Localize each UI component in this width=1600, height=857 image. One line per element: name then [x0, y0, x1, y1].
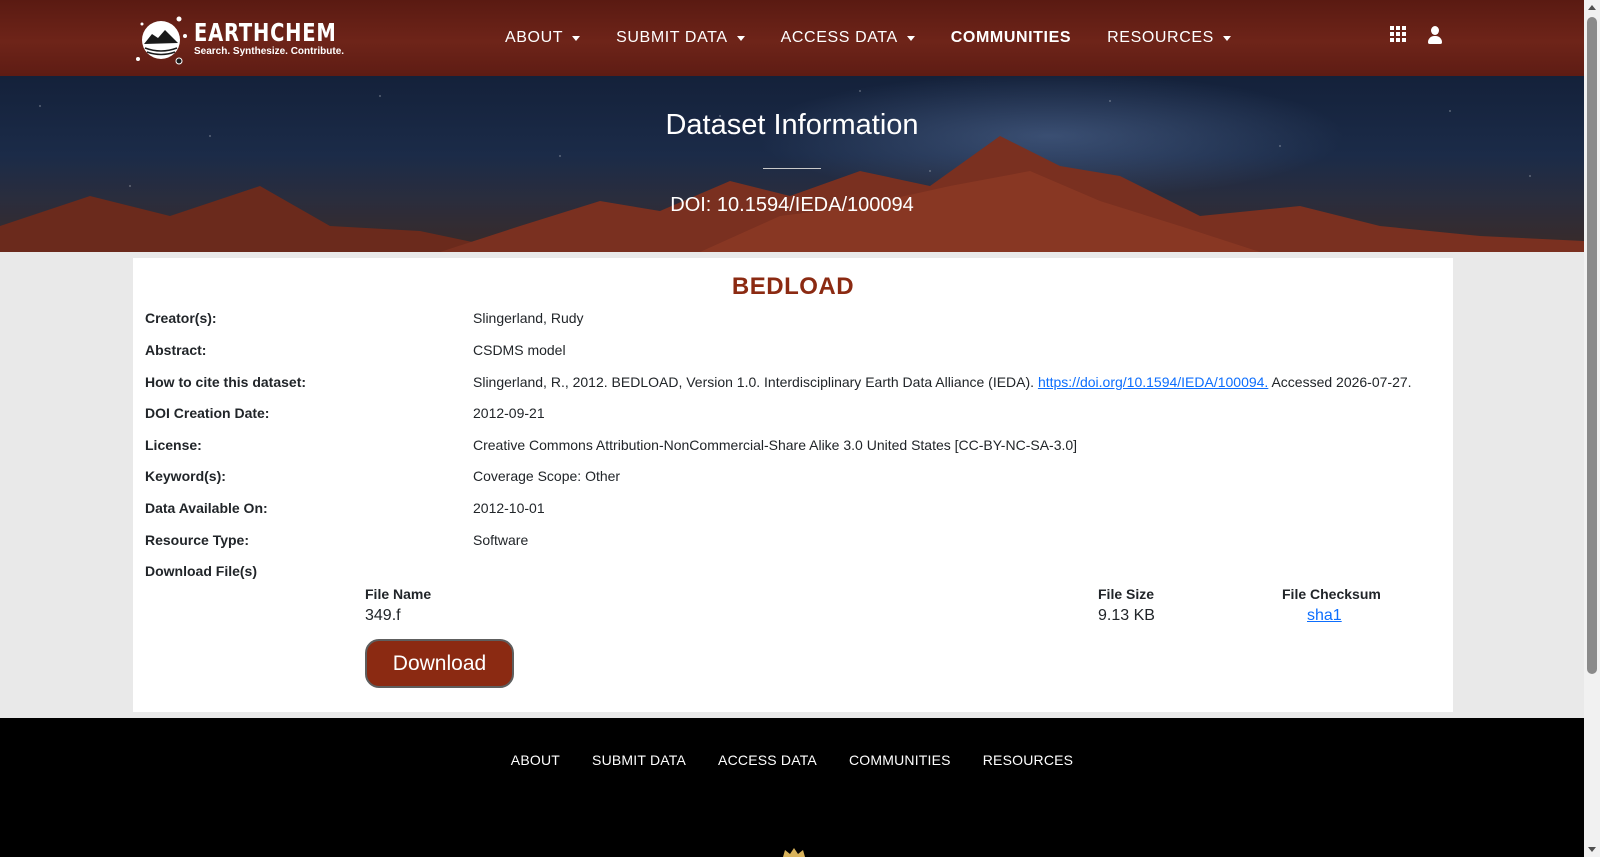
brand-tagline: Search. Synthesize. Contribute.: [194, 45, 345, 57]
footer-link-resources[interactable]: RESOURCES: [983, 752, 1073, 768]
field-value: Software: [473, 532, 529, 548]
chevron-down-icon: [572, 35, 581, 41]
field-label: Abstract:: [145, 342, 207, 358]
file-checksum-header: File Checksum: [1282, 586, 1381, 602]
page-title: Dataset Information: [665, 109, 919, 141]
citation-value: Slingerland, R., 2012. BEDLOAD, Version …: [473, 374, 1412, 390]
field-value: 2012-09-21: [473, 405, 545, 421]
scroll-up-arrow-icon[interactable]: [1588, 5, 1596, 10]
field-value: 2012-10-01: [473, 500, 545, 516]
file-size: 9.13 KB: [1098, 607, 1155, 624]
footer-nav: ABOUT SUBMIT DATA ACCESS DATA COMMUNITIE…: [0, 752, 1584, 768]
file-name: 349.f: [365, 607, 401, 624]
file-checksum-link: sha1: [1307, 607, 1342, 625]
field-value: Slingerland, Rudy: [473, 310, 584, 326]
field-label: Creator(s):: [145, 310, 217, 326]
chevron-down-icon: [906, 35, 915, 41]
chevron-down-icon: [736, 35, 745, 41]
downloads-label: Download File(s): [145, 563, 257, 579]
dataset-card: BEDLOAD Creator(s): Slingerland, Rudy Ab…: [133, 258, 1453, 712]
nav-access-data[interactable]: ACCESS DATA: [781, 29, 915, 47]
scrollbar-thumb[interactable]: [1587, 17, 1597, 674]
scroll-down-arrow-icon[interactable]: [1588, 847, 1596, 852]
footer: ABOUT SUBMIT DATA ACCESS DATA COMMUNITIE…: [0, 718, 1584, 857]
footer-link-access-data[interactable]: ACCESS DATA: [718, 752, 817, 768]
file-name-header: File Name: [365, 586, 432, 602]
field-label: Resource Type:: [145, 532, 249, 548]
top-navbar: EARTHCHEM Search. Synthesize. Contribute…: [0, 0, 1584, 76]
page-scrollbar[interactable]: [1584, 0, 1600, 857]
field-label: DOI Creation Date:: [145, 405, 270, 421]
footer-link-submit-data[interactable]: SUBMIT DATA: [592, 752, 686, 768]
earthchem-logo[interactable]: EARTHCHEM Search. Synthesize. Contribute…: [132, 10, 344, 66]
dataset-title: BEDLOAD: [731, 273, 855, 300]
citation-doi-link[interactable]: https://doi.org/10.1594/IEDA/100094.: [1038, 374, 1268, 390]
field-label: License:: [145, 437, 202, 453]
title-divider: [763, 168, 821, 169]
download-button[interactable]: Download: [365, 639, 514, 688]
mountain-silhouette: [0, 136, 1584, 252]
user-icon[interactable]: [1426, 26, 1444, 44]
field-label: How to cite this dataset:: [145, 374, 307, 390]
nav-communities[interactable]: COMMUNITIES: [951, 29, 1071, 47]
nav-about[interactable]: ABOUT: [505, 29, 581, 47]
hero-banner: Dataset Information DOI: 10.1594/IEDA/10…: [0, 76, 1584, 252]
footer-link-communities[interactable]: COMMUNITIES: [849, 752, 951, 768]
checksum-link[interactable]: sha1: [1307, 607, 1342, 624]
field-label: Keyword(s):: [145, 468, 226, 484]
brand-name: EARTHCHEM: [194, 17, 337, 47]
field-value: CSDMS model: [473, 342, 566, 358]
nav-resources[interactable]: RESOURCES: [1107, 29, 1231, 47]
field-value: Coverage Scope: Other: [473, 468, 621, 484]
field-label: Data Available On:: [145, 500, 268, 516]
main-nav: ABOUT SUBMIT DATA ACCESS DATA COMMUNITIE…: [505, 0, 1267, 76]
field-value: Creative Commons Attribution-NonCommerci…: [473, 437, 1078, 453]
apps-grid-icon[interactable]: [1390, 26, 1406, 42]
footer-link-about[interactable]: ABOUT: [511, 752, 560, 768]
dataset-doi: DOI: 10.1594/IEDA/100094: [670, 194, 914, 216]
earthchem-emblem-icon: [132, 10, 190, 66]
crown-logo-icon: [783, 848, 805, 857]
chevron-down-icon: [1222, 35, 1231, 41]
nav-submit-data[interactable]: SUBMIT DATA: [616, 29, 745, 47]
file-size-header: File Size: [1098, 586, 1155, 602]
